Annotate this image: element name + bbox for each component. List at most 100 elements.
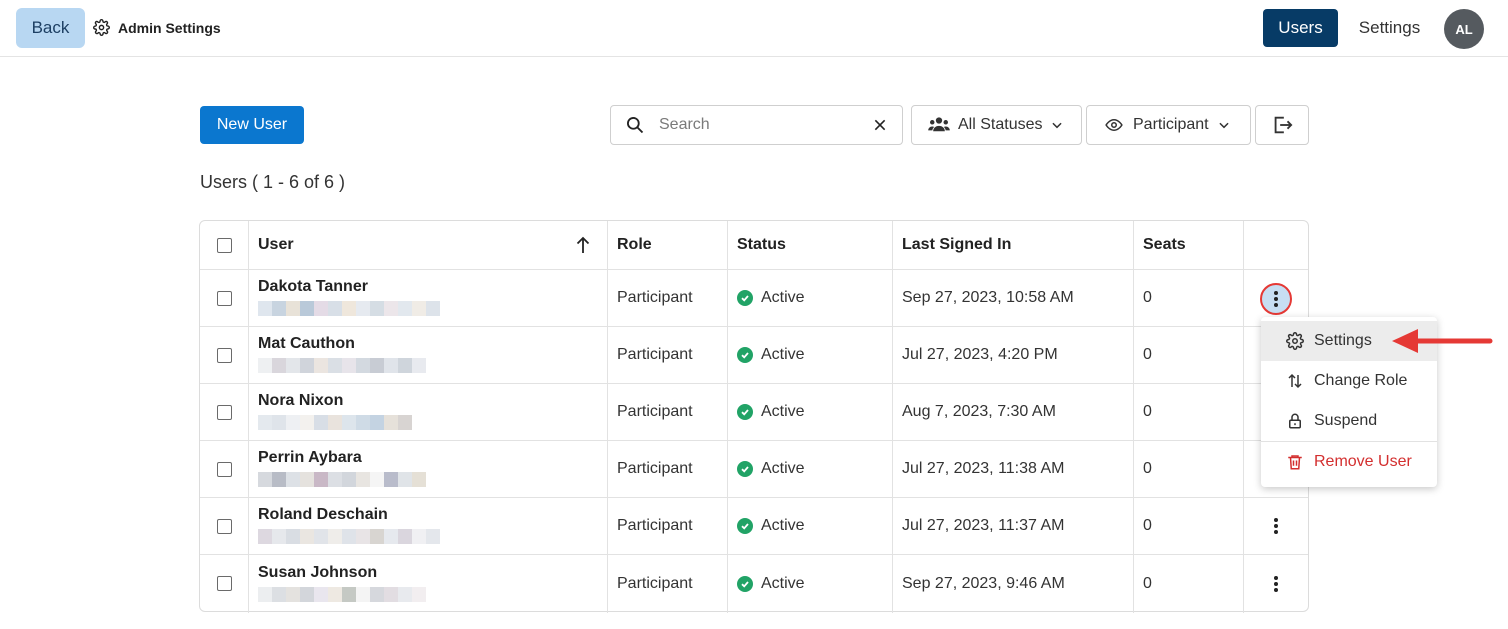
nav-settings-tab[interactable]: Settings xyxy=(1352,9,1427,47)
table-row: Susan Johnson Participant Active Sep 27,… xyxy=(200,555,1308,612)
search-icon xyxy=(627,117,644,134)
chevron-down-icon xyxy=(1218,122,1229,129)
redacted-email xyxy=(258,586,426,602)
gear-icon xyxy=(93,19,110,36)
status-badge: Active xyxy=(737,270,805,326)
redacted-email xyxy=(258,358,426,373)
check-circle-icon xyxy=(737,461,753,477)
role-filter-label: Participant xyxy=(1133,116,1209,133)
redacted-email xyxy=(258,301,440,316)
table-header: User Role Status Last Signed In Seats xyxy=(200,221,1308,270)
new-user-button[interactable]: New User xyxy=(200,106,304,144)
more-vertical-icon xyxy=(1274,575,1278,592)
user-role: Participant xyxy=(617,346,693,363)
status-badge: Active xyxy=(737,441,805,497)
row-checkbox[interactable] xyxy=(217,518,232,534)
search-input[interactable] xyxy=(659,116,859,134)
more-vertical-icon xyxy=(1274,518,1278,534)
status-badge: Active xyxy=(737,384,805,440)
row-actions-button[interactable] xyxy=(1274,555,1278,612)
status-filter-dropdown[interactable]: All Statuses xyxy=(911,105,1082,145)
check-circle-icon xyxy=(737,404,753,420)
row-checkbox[interactable] xyxy=(217,290,232,306)
column-header-user[interactable]: User xyxy=(258,221,294,269)
users-count-title: Users ( 1 - 6 of 6 ) xyxy=(200,172,346,192)
status-badge: Active xyxy=(737,498,805,554)
table-row: Nora Nixon Participant Active Aug 7, 202… xyxy=(200,384,1308,441)
user-name[interactable]: Nora Nixon xyxy=(258,392,343,410)
column-header-last-signed-in[interactable]: Last Signed In xyxy=(902,221,1011,269)
lock-icon xyxy=(1289,413,1301,429)
row-checkbox[interactable] xyxy=(217,576,232,591)
last-signed-in: Aug 7, 2023, 7:30 AM xyxy=(902,403,1056,420)
seats-count: 0 xyxy=(1143,460,1152,477)
check-circle-icon xyxy=(737,575,753,592)
seats-count: 0 xyxy=(1143,346,1152,363)
user-role: Participant xyxy=(617,574,693,592)
user-name[interactable]: Mat Cauthon xyxy=(258,335,355,353)
swap-vertical-icon xyxy=(1288,373,1302,389)
seats-count: 0 xyxy=(1143,574,1152,592)
column-header-role[interactable]: Role xyxy=(617,221,652,269)
breadcrumb: Admin Settings xyxy=(93,19,221,36)
user-name[interactable]: Perrin Aybara xyxy=(258,449,362,467)
gear-icon xyxy=(1286,332,1304,350)
user-name[interactable]: Dakota Tanner xyxy=(258,278,368,296)
last-signed-in: Sep 27, 2023, 9:46 AM xyxy=(902,574,1065,592)
last-signed-in: Sep 27, 2023, 10:58 AM xyxy=(902,289,1074,306)
seats-count: 0 xyxy=(1143,403,1152,420)
status-filter-label: All Statuses xyxy=(958,116,1043,133)
check-circle-icon xyxy=(737,347,753,363)
trash-icon xyxy=(1288,455,1302,470)
avatar[interactable]: AL xyxy=(1444,9,1484,49)
user-role: Participant xyxy=(617,460,693,477)
eye-icon xyxy=(1105,118,1123,132)
menu-item-change-role[interactable]: Change Role xyxy=(1261,361,1437,401)
row-actions-button[interactable] xyxy=(1274,498,1278,554)
search-box xyxy=(610,105,903,145)
chevron-down-icon xyxy=(1052,122,1063,129)
seats-count: 0 xyxy=(1143,289,1152,306)
last-signed-in: Jul 27, 2023, 11:38 AM xyxy=(902,460,1065,477)
status-badge: Active xyxy=(737,555,805,612)
redacted-email xyxy=(258,415,412,430)
row-actions-button-active[interactable] xyxy=(1260,283,1292,315)
last-signed-in: Jul 27, 2023, 4:20 PM xyxy=(902,346,1058,363)
role-filter-dropdown[interactable]: Participant xyxy=(1086,105,1251,145)
table-row: Dakota Tanner Participant Active Sep 27,… xyxy=(200,270,1308,327)
top-bar: Back Admin Settings Users Settings AL xyxy=(0,0,1508,57)
column-header-seats[interactable]: Seats xyxy=(1143,221,1186,269)
user-name[interactable]: Roland Deschain xyxy=(258,506,388,524)
user-role: Participant xyxy=(617,289,693,306)
menu-item-remove-user[interactable]: Remove User xyxy=(1261,442,1437,482)
nav-users-tab[interactable]: Users xyxy=(1263,9,1338,47)
check-circle-icon xyxy=(737,518,753,534)
page-title: Admin Settings xyxy=(118,19,221,36)
last-signed-in: Jul 27, 2023, 11:37 AM xyxy=(902,517,1065,534)
annotation-arrow-icon xyxy=(1392,329,1493,353)
row-checkbox[interactable] xyxy=(217,461,232,477)
user-role: Participant xyxy=(617,403,693,420)
redacted-email xyxy=(258,472,426,487)
users-group-icon xyxy=(928,117,950,132)
seats-count: 0 xyxy=(1143,517,1152,534)
row-checkbox[interactable] xyxy=(217,347,232,363)
close-icon[interactable] xyxy=(872,117,888,133)
status-badge: Active xyxy=(737,327,805,383)
table-row: Mat Cauthon Participant Active Jul 27, 2… xyxy=(200,327,1308,384)
sort-ascending-icon[interactable] xyxy=(576,236,590,254)
users-table: User Role Status Last Signed In Seats Da… xyxy=(199,220,1309,613)
table-row: Perrin Aybara Participant Active Jul 27,… xyxy=(200,441,1308,498)
user-name[interactable]: Susan Johnson xyxy=(258,564,377,582)
export-icon xyxy=(1274,116,1293,134)
user-role: Participant xyxy=(617,517,693,534)
row-checkbox[interactable] xyxy=(217,404,232,420)
menu-item-suspend[interactable]: Suspend xyxy=(1261,401,1437,441)
redacted-email xyxy=(258,529,440,544)
select-all-checkbox[interactable] xyxy=(217,237,232,253)
check-circle-icon xyxy=(737,290,753,306)
export-button[interactable] xyxy=(1255,105,1309,145)
column-header-status[interactable]: Status xyxy=(737,221,786,269)
table-row: Roland Deschain Participant Active Jul 2… xyxy=(200,498,1308,555)
back-button[interactable]: Back xyxy=(16,8,85,48)
